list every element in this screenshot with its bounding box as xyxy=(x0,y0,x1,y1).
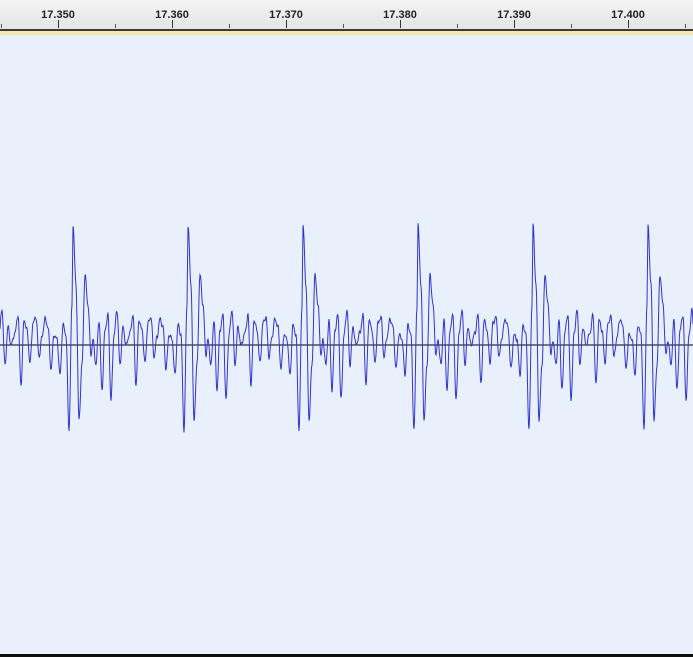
timeline-minor-tick xyxy=(685,24,686,28)
timeline-major-tick xyxy=(172,20,173,28)
timeline-minor-tick xyxy=(343,24,344,28)
timeline-minor-tick xyxy=(457,24,458,28)
timeline-major-tick xyxy=(400,20,401,28)
waveform-trace xyxy=(0,223,693,433)
timeline-ruler[interactable]: 17.350 17.360 17.370 17.380 17.390 17.40… xyxy=(0,0,693,30)
timeline-major-tick xyxy=(58,20,59,28)
timeline-minor-tick xyxy=(115,24,116,28)
timeline-minor-tick xyxy=(229,24,230,28)
audio-track-waveform[interactable] xyxy=(0,35,693,655)
timeline-minor-tick xyxy=(571,24,572,28)
timeline-major-tick xyxy=(628,20,629,28)
timeline-major-tick xyxy=(286,20,287,28)
timeline-minor-tick xyxy=(1,24,2,28)
timeline-major-tick xyxy=(514,20,515,28)
